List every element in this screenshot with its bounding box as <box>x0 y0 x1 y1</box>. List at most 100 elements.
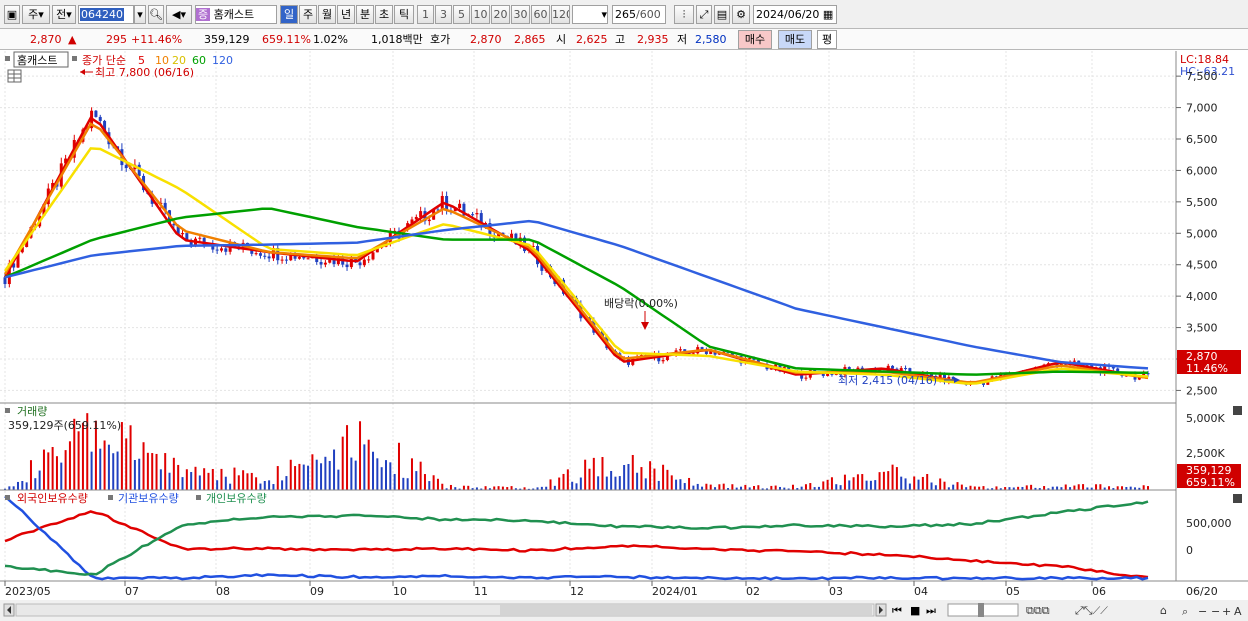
change-percent: +11.46% <box>131 33 183 46</box>
stock-name-field[interactable]: 증 홈캐스트 <box>195 5 277 24</box>
buy-button[interactable]: 매수 <box>738 30 772 49</box>
settings-icon[interactable]: ⚙ <box>732 5 750 24</box>
volume-bar <box>597 476 600 490</box>
sound-icon[interactable]: ◀▾ <box>166 5 192 24</box>
low-note: 최저 2,415 (04/16) <box>838 374 937 387</box>
volume-bar <box>324 456 327 490</box>
ma60-label: 60 <box>192 54 206 67</box>
period-year-tab[interactable]: 년 <box>337 5 355 24</box>
stock-name: 홈캐스트 <box>213 8 255 21</box>
candle-body <box>302 257 306 259</box>
save-icon[interactable]: ▤ <box>714 5 730 24</box>
market-select[interactable]: 주▾ <box>22 5 50 24</box>
font-size-icon[interactable]: A <box>1234 605 1242 618</box>
volume-bar <box>328 460 331 490</box>
volume-bar <box>1064 484 1067 490</box>
x-tick-label: 12 <box>570 585 584 598</box>
candle-body <box>371 252 375 260</box>
volume-bar <box>1030 484 1033 490</box>
custom-interval-select[interactable]: ▾ <box>572 5 608 24</box>
zoom-reset-icon[interactable]: − <box>1211 605 1220 618</box>
layout-icon[interactable]: ⧉⧉⧉ <box>1026 604 1050 617</box>
interval-30[interactable]: 30 <box>511 5 530 24</box>
volume-info: 359,129주(659.11%) <box>8 419 121 432</box>
volume-bar <box>155 453 158 490</box>
speed-slider-handle[interactable] <box>978 603 984 617</box>
volume-bar <box>38 470 41 490</box>
volume-bar <box>835 484 838 490</box>
period-day-tab[interactable]: 일 <box>280 5 298 24</box>
zoom-out-icon[interactable]: − <box>1198 605 1207 618</box>
code-dropdown-icon[interactable]: ▾ <box>134 5 146 24</box>
window-menu-icon[interactable]: ▣ <box>4 5 20 24</box>
stock-badge: 증 <box>196 8 211 21</box>
volume-bar <box>913 476 916 490</box>
zoom-search-icon[interactable]: ⌕ <box>1182 605 1188 618</box>
volume-bar <box>25 482 28 490</box>
individual-marker-icon <box>196 495 201 500</box>
volume-value: 359,129 <box>204 33 250 46</box>
lock-icon[interactable]: ⌂ <box>1160 604 1167 617</box>
sell-button[interactable]: 매도 <box>778 30 812 49</box>
period-second-tab[interactable]: 초 <box>375 5 393 24</box>
volume-bar <box>432 475 435 490</box>
period-month-tab[interactable]: 월 <box>318 5 336 24</box>
volume-bar <box>1142 485 1145 490</box>
interval-20[interactable]: 20 <box>491 5 510 24</box>
holder-panel-close-icon[interactable] <box>1233 494 1242 503</box>
volume-bar <box>337 469 340 490</box>
count-input[interactable]: 265/600 <box>612 5 666 24</box>
high-label: 고 <box>615 33 626 46</box>
volume-bar <box>926 473 929 490</box>
interval-60[interactable]: 60 <box>531 5 550 24</box>
volume-bar <box>900 476 903 490</box>
volume-bar <box>822 481 825 490</box>
fast-forward-icon[interactable]: ⏭ <box>926 604 936 617</box>
search-icon[interactable]: 🔍︎ <box>148 5 164 24</box>
price-tick-label: 7,500 <box>1186 70 1218 83</box>
candle-body <box>904 368 908 370</box>
volume-bar <box>501 486 504 490</box>
volume-panel-close-icon[interactable] <box>1233 406 1242 415</box>
draw-tool-icon[interactable]: ⤢ <box>696 5 712 24</box>
volume-bar <box>757 485 760 490</box>
period-week-tab[interactable]: 주 <box>299 5 317 24</box>
volume-bar <box>701 486 704 490</box>
volume-bar <box>354 460 357 490</box>
interval-5[interactable]: 5 <box>453 5 470 24</box>
volume-bar <box>510 486 513 490</box>
candle-body <box>367 259 371 261</box>
volume-bar <box>960 484 963 490</box>
scrollbar-thumb[interactable] <box>500 605 872 615</box>
rewind-icon[interactable]: ⏮ <box>892 604 902 617</box>
candle-body <box>284 259 288 261</box>
current-price: 2,870 <box>30 33 62 46</box>
volume-bar <box>55 456 58 490</box>
period-tick-tab[interactable]: 틱 <box>394 5 414 24</box>
tools-icon[interactable]: ⤢⤡⟋⟋ <box>1075 604 1108 617</box>
stock-chart[interactable]: 홈캐스트 종가 단순 5 10 20 60 120 LC:18.84 HC:-6… <box>0 51 1248 621</box>
date-input[interactable]: 2024/06/20 ▦ <box>753 5 837 24</box>
interval-3[interactable]: 3 <box>435 5 452 24</box>
volume-bar <box>852 477 855 490</box>
volume-bar <box>830 477 833 490</box>
volume-bar <box>359 421 362 490</box>
stop-icon[interactable]: ■ <box>910 604 920 617</box>
candle-type-icon[interactable]: ⫶ <box>674 5 694 24</box>
change-value: 295 <box>106 33 127 46</box>
volume-bar <box>21 481 24 490</box>
stock-code-input[interactable]: 064240 <box>78 5 134 24</box>
volume-bar <box>874 480 877 490</box>
candle-body <box>323 262 327 265</box>
zoom-in-icon[interactable]: + <box>1222 605 1231 618</box>
volume-bar <box>1129 486 1132 490</box>
period-minute-tab[interactable]: 분 <box>356 5 374 24</box>
dividend-note: 배당락(0.00%) <box>604 297 678 310</box>
x-tick-label: 10 <box>393 585 407 598</box>
interval-120[interactable]: 120 <box>551 5 570 24</box>
interval-1[interactable]: 1 <box>417 5 434 24</box>
volume-bar <box>116 451 119 490</box>
prev-select[interactable]: 전▾ <box>52 5 76 24</box>
interval-10[interactable]: 10 <box>471 5 490 24</box>
eval-button[interactable]: 평 <box>817 30 837 49</box>
